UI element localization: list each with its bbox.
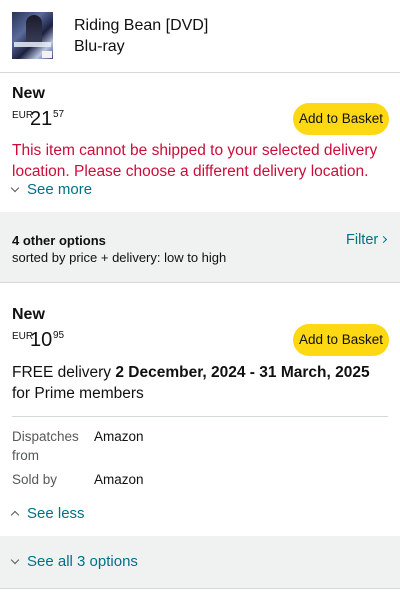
header-divider — [0, 72, 400, 73]
product-title[interactable]: Riding Bean [DVD] — [74, 16, 208, 36]
chevron-right-icon — [380, 235, 388, 243]
price-whole: 21 — [30, 108, 53, 130]
see-all-options-label: See all 3 options — [27, 553, 138, 570]
add-to-basket-button[interactable]: Add to Basket — [293, 103, 389, 135]
other-options-sort: sorted by price + delivery: low to high — [12, 250, 227, 265]
delivery-suffix: for Prime members — [12, 385, 144, 402]
delivery-dates: 2 December, 2024 - 31 March, 2025 — [115, 364, 370, 381]
see-more-link[interactable]: See more — [10, 180, 93, 200]
card-add-to-basket-button[interactable]: Add to Basket — [293, 324, 389, 356]
chevron-down-icon — [10, 555, 20, 564]
sold-by-value[interactable]: Amazon — [94, 470, 144, 489]
see-more-label: See more — [27, 181, 93, 198]
cover-figure — [26, 15, 42, 45]
details-divider — [12, 416, 388, 417]
sold-by-label: Sold by — [12, 472, 58, 487]
chevron-up-icon — [10, 510, 20, 519]
see-less-link[interactable]: See less — [10, 504, 85, 524]
dispatches-from-label: Dispatches from — [12, 429, 79, 463]
bottom-divider — [0, 588, 400, 589]
filter-link[interactable]: Filter — [346, 231, 388, 249]
delivery-info: FREE delivery 2 December, 2024 - 31 Marc… — [12, 362, 388, 404]
cover-banner — [14, 42, 51, 47]
product-thumbnail-image[interactable] — [12, 12, 53, 59]
other-options-count: 4 other options — [12, 233, 106, 248]
card-price-whole: 10 — [30, 329, 53, 351]
options-bottom-divider — [0, 282, 400, 283]
see-less-label: See less — [27, 505, 85, 522]
card-price-fraction: 95 — [53, 330, 65, 341]
see-all-options-link[interactable]: See all 3 options — [10, 552, 138, 572]
product-header: Riding Bean [DVD] Blu-ray — [0, 0, 400, 72]
chevron-down-icon — [10, 183, 20, 192]
price-fraction: 57 — [53, 109, 65, 120]
filter-label: Filter — [346, 232, 379, 248]
offer-condition: New — [12, 85, 45, 102]
shipping-warning: This item cannot be shipped to your sele… — [12, 142, 378, 180]
card-offer-condition: New — [12, 306, 45, 323]
delivery-prefix: FREE delivery — [12, 364, 116, 381]
dvd-logo-icon — [42, 51, 52, 58]
product-format: Blu-ray — [74, 38, 125, 55]
dispatches-from-value: Amazon — [94, 429, 144, 444]
